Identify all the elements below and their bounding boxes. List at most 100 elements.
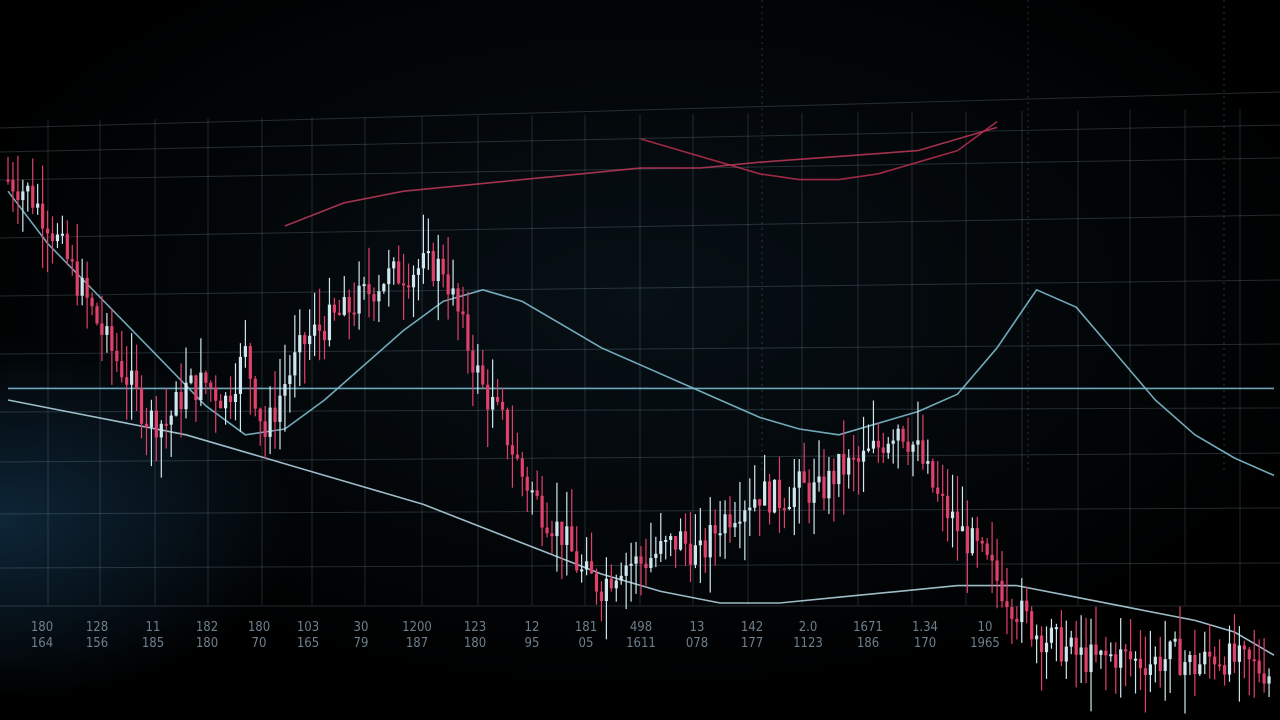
candle-body	[921, 440, 925, 464]
candle-body	[980, 540, 984, 544]
candle-body	[995, 560, 999, 581]
candle-body	[278, 395, 282, 422]
candle-body	[1218, 664, 1222, 667]
candle-body	[555, 521, 559, 537]
candle-body	[614, 580, 618, 589]
candle-body	[1000, 580, 1004, 602]
candle-body	[491, 396, 495, 410]
candle-body	[36, 203, 40, 208]
candle-body	[896, 428, 900, 441]
candle-body	[476, 365, 480, 373]
candle-body	[936, 487, 940, 494]
candle-body	[322, 330, 327, 341]
candle-body	[891, 440, 895, 444]
candle-body	[634, 556, 638, 564]
x-tick-label-top: 180	[248, 620, 270, 635]
grid	[0, 0, 1280, 607]
series-line-5	[640, 120, 998, 181]
candle-body	[1158, 656, 1162, 671]
candle-body	[738, 521, 742, 524]
candle-body	[431, 251, 435, 282]
candle-body	[767, 481, 772, 513]
candle-body	[436, 258, 440, 282]
candle-body	[495, 396, 500, 402]
candle-body	[1064, 646, 1068, 662]
x-tick-label-top: 1200	[402, 620, 432, 635]
candle-body	[856, 458, 861, 462]
candle-body	[16, 191, 20, 201]
candle-body	[134, 370, 139, 389]
candle-body	[50, 233, 55, 242]
price-chart: 180 128 11 182 180 103 30 1200 123 12 181 498 13 142 2…	[0, 0, 1280, 714]
x-tick-label-bottom: 1965	[970, 636, 1000, 651]
candle-body	[209, 382, 213, 388]
candle-body	[1119, 649, 1123, 668]
candle-body	[723, 514, 727, 534]
candle-body	[530, 490, 534, 493]
candle-body	[194, 375, 198, 401]
candle-body	[763, 481, 767, 506]
x-tick-label-top: 128	[86, 620, 108, 635]
candle-body	[1109, 654, 1113, 657]
candle-body	[619, 575, 623, 581]
candle-body	[253, 378, 257, 409]
candle-body	[144, 423, 149, 428]
x-tick-label-bottom: 95	[525, 636, 540, 651]
candle-body	[852, 457, 856, 460]
candle-body	[387, 268, 391, 285]
candle-body	[1178, 638, 1182, 675]
candle-body	[1267, 676, 1271, 684]
candle-body	[1173, 638, 1177, 642]
candle-body	[575, 551, 579, 571]
candle-body	[540, 495, 544, 528]
candle-body	[1099, 650, 1103, 655]
candle-body	[298, 335, 302, 353]
x-tick-label-bottom: 70	[252, 636, 267, 651]
candle-body	[411, 274, 416, 288]
x-tick-label-bottom: 078	[686, 636, 708, 651]
candle-body	[70, 259, 74, 262]
candle-body	[866, 448, 871, 451]
candle-body	[832, 470, 836, 485]
candle-body	[916, 440, 920, 445]
candle-body	[906, 441, 910, 452]
candle-body	[550, 533, 554, 537]
candle-body	[426, 251, 430, 254]
candle-body	[817, 476, 821, 483]
candle-body	[273, 407, 277, 422]
candle-body	[154, 410, 158, 438]
candle-body	[1124, 649, 1128, 652]
candle-body	[1010, 607, 1014, 619]
candle-body	[545, 527, 549, 534]
candle-body	[248, 346, 252, 379]
candle-body	[970, 528, 974, 554]
candle-body	[911, 444, 915, 452]
candle-body	[327, 304, 332, 341]
candle-body	[654, 553, 658, 558]
candle-body	[55, 234, 60, 242]
candle-body	[238, 356, 243, 394]
candle-body	[515, 454, 519, 459]
candle-body	[169, 415, 173, 425]
candle-body	[565, 526, 569, 545]
candle-body	[31, 185, 35, 208]
candle-body	[960, 526, 965, 532]
candle-body	[827, 470, 831, 499]
candle-body	[357, 285, 361, 314]
candle-body	[317, 324, 322, 331]
candle-body	[975, 528, 979, 541]
candle-body	[416, 268, 421, 275]
candle-body	[313, 324, 317, 336]
candle-body	[1133, 658, 1138, 661]
x-tick-label-bottom: 164	[31, 636, 53, 651]
candle-body	[560, 521, 564, 545]
candle-body	[219, 400, 223, 409]
candle-body	[926, 461, 930, 464]
candle-body	[580, 569, 584, 572]
candle-body	[471, 350, 475, 373]
candle-body	[1213, 656, 1217, 665]
x-tick-label-bottom: 1123	[793, 636, 823, 651]
candle-body	[352, 312, 356, 315]
candle-body	[228, 395, 233, 403]
candle-body	[718, 533, 722, 536]
